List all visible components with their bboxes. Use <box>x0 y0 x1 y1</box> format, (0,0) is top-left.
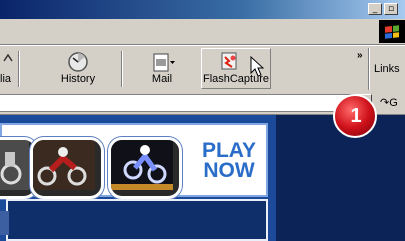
address-input[interactable] <box>0 94 356 112</box>
maximize-button[interactable]: ▫ <box>384 3 398 15</box>
links-label: Links <box>374 63 400 75</box>
mail-button[interactable]: Mail <box>140 46 184 92</box>
menu-bar <box>0 19 405 45</box>
minimize-button[interactable]: _ <box>368 3 382 15</box>
mouse-cursor-icon <box>250 55 265 83</box>
number-badge: 1 <box>333 94 377 138</box>
page-side-tab <box>0 211 9 235</box>
links-separator <box>368 48 370 90</box>
go-button[interactable]: ↷G <box>380 96 398 109</box>
flashcapture-icon <box>219 51 241 73</box>
media-label: lia <box>0 73 12 85</box>
history-button[interactable]: History <box>50 46 106 92</box>
window-titlebar: _ ▫ <box>0 0 405 19</box>
toolbar-separator <box>121 51 123 87</box>
mail-label: Mail <box>151 73 173 85</box>
play-now-button[interactable]: PLAY NOW <box>194 139 264 182</box>
game-preview-frame <box>6 199 268 241</box>
media-button[interactable]: lia <box>0 46 16 92</box>
play-now-line2: NOW <box>203 159 255 182</box>
media-icon <box>2 51 14 73</box>
history-icon <box>67 51 89 73</box>
toolbar-overflow-chevron[interactable]: » <box>357 50 362 61</box>
thumbnail-motocross-3[interactable] <box>108 137 182 199</box>
thumbnail-motocross-2[interactable] <box>30 137 104 199</box>
game-banner[interactable]: PLAY NOW <box>0 123 268 199</box>
mail-icon <box>151 51 175 73</box>
standard-buttons-toolbar: lia History Mail FlashCapture » Links <box>0 45 405 93</box>
go-arrow-icon: ↷ <box>380 96 390 109</box>
page-right-panel <box>276 115 405 241</box>
links-button[interactable]: Links <box>372 46 405 92</box>
play-now-line1: PLAY <box>201 139 257 162</box>
windows-logo-icon <box>379 20 405 43</box>
go-label: G <box>389 97 398 109</box>
toolbar-separator <box>18 51 20 87</box>
history-label: History <box>60 73 96 85</box>
